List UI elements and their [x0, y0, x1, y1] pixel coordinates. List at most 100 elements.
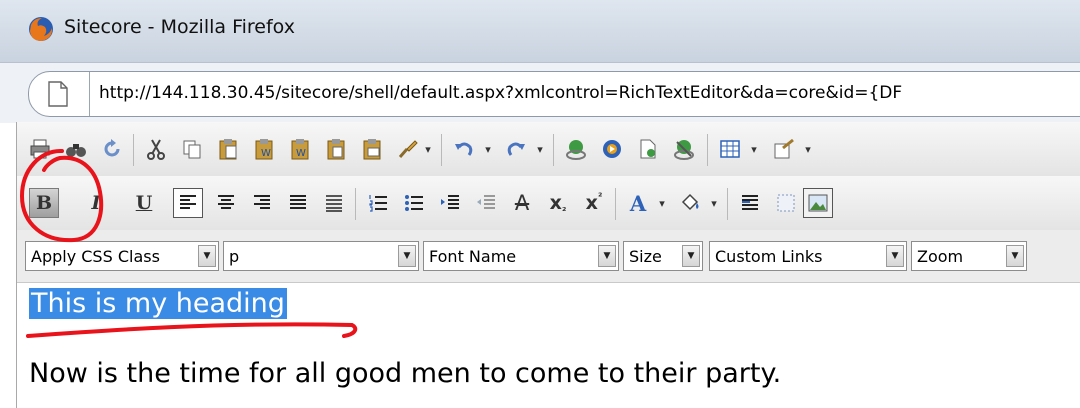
redo-icon [507, 142, 525, 156]
paragraph-style-select[interactable]: p ▼ [223, 241, 419, 271]
subscript-marker: ₂ [561, 202, 567, 214]
font-size-select[interactable]: Size ▼ [623, 241, 703, 271]
toolbar-separator [441, 134, 442, 166]
undo-history-button[interactable] [97, 134, 127, 164]
paste-word-clean-icon: W [291, 139, 309, 160]
paste-plain-button[interactable] [321, 134, 351, 164]
toolbar-separator [707, 134, 708, 166]
editor-toolbar-row-2: B I U A x ₂ x ² A ▾ ▾ [17, 176, 1080, 231]
toolbar-separator [727, 188, 728, 220]
table-icon [720, 140, 740, 158]
undo-icon [455, 142, 473, 156]
format-stripper-dropdown[interactable]: ▾ [421, 136, 435, 162]
insert-table-button[interactable] [715, 134, 745, 164]
paste-html-button[interactable] [357, 134, 387, 164]
find-button[interactable] [61, 134, 91, 164]
numbered-list-icon [369, 195, 387, 212]
remove-link-button[interactable] [669, 134, 699, 164]
numbered-list-button[interactable] [363, 188, 393, 218]
custom-links-select[interactable]: Custom Links ▼ [709, 241, 907, 271]
insert-table-dropdown[interactable]: ▾ [747, 136, 761, 162]
title-bar: Sitecore - Mozilla Firefox [0, 0, 1080, 62]
undo-button[interactable] [449, 134, 479, 164]
brush-icon [398, 140, 418, 158]
printer-icon [30, 139, 50, 159]
unlink-icon [674, 140, 694, 160]
underline-button[interactable]: U [129, 188, 159, 218]
zoom-select[interactable]: Zoom ▼ [911, 241, 1027, 271]
chevron-down-icon: ▼ [1006, 245, 1024, 267]
align-center-button[interactable] [211, 188, 241, 218]
paragraph-format-button[interactable] [735, 188, 765, 218]
paste-word-button[interactable]: W [249, 134, 279, 164]
redo-button[interactable] [501, 134, 531, 164]
url-text[interactable]: http://144.118.30.45/sitecore/shell/defa… [99, 83, 902, 103]
paint-bucket-icon [681, 193, 699, 211]
align-right-button[interactable] [247, 188, 277, 218]
superscript-button[interactable]: x² [579, 188, 609, 218]
print-button[interactable] [25, 134, 55, 164]
font-color-dropdown[interactable]: ▾ [655, 190, 669, 216]
chevron-down-icon: ▼ [398, 245, 416, 267]
address-divider [89, 72, 90, 116]
firefox-icon [29, 17, 53, 41]
media-icon [603, 140, 621, 158]
insert-document-button[interactable] [633, 134, 663, 164]
toolbar-separator [615, 188, 616, 220]
navigation-bar: http://144.118.30.45/sitecore/shell/defa… [0, 62, 1080, 123]
indent-icon [441, 195, 459, 209]
align-left-button[interactable] [173, 188, 203, 218]
paragraph-text[interactable]: Now is the time for all good men to come… [29, 358, 781, 389]
svg-text:W: W [261, 148, 271, 159]
subscript-button[interactable]: x₂ [543, 188, 573, 218]
document-icon [640, 139, 656, 159]
zoom-label: Zoom [917, 247, 964, 266]
address-bar[interactable]: http://144.118.30.45/sitecore/shell/defa… [28, 71, 1080, 117]
font-name-select[interactable]: Font Name ▼ [423, 241, 619, 271]
highlight-color-dropdown[interactable]: ▾ [707, 190, 721, 216]
paste-word-clean-button[interactable]: W [285, 134, 315, 164]
copy-icon [183, 140, 201, 159]
redo-dropdown[interactable]: ▾ [533, 136, 547, 162]
properties-button[interactable] [769, 134, 799, 164]
chevron-down-icon: ▼ [682, 245, 700, 267]
properties-icon [774, 138, 794, 159]
bulleted-list-button[interactable] [399, 188, 429, 218]
outdent-button[interactable] [471, 188, 501, 218]
insert-link-button[interactable] [561, 134, 591, 164]
format-select-row: Apply CSS Class ▼ p ▼ Font Name ▼ Size ▼… [17, 230, 1080, 283]
no-alignment-icon [326, 195, 342, 212]
cut-button[interactable] [141, 134, 171, 164]
font-size-label: Size [629, 247, 662, 266]
paste-text-icon [327, 139, 345, 160]
highlight-color-button[interactable] [675, 188, 705, 218]
font-color-button[interactable]: A [623, 188, 653, 218]
css-class-select[interactable]: Apply CSS Class ▼ [25, 241, 219, 271]
indent-button[interactable] [435, 188, 465, 218]
selected-heading-text[interactable]: This is my heading [29, 288, 287, 319]
custom-links-label: Custom Links [715, 247, 823, 266]
copy-button[interactable] [177, 134, 207, 164]
paragraph-format-icon [742, 195, 758, 210]
paste-word-icon: W [255, 139, 273, 160]
page-icon [48, 81, 68, 107]
format-stripper-button[interactable] [393, 134, 423, 164]
properties-dropdown[interactable]: ▾ [801, 136, 815, 162]
insert-media-button[interactable] [597, 134, 627, 164]
select-all-button[interactable] [771, 188, 801, 218]
undo-dropdown[interactable]: ▾ [481, 136, 495, 162]
bold-button[interactable]: B [29, 188, 59, 218]
chevron-down-icon: ▼ [198, 245, 216, 267]
remove-alignment-button[interactable] [319, 188, 349, 218]
select-all-icon [777, 194, 795, 212]
chevron-down-icon: ▼ [598, 245, 616, 267]
insert-image-button[interactable] [803, 188, 833, 218]
paste-button[interactable] [213, 134, 243, 164]
rich-text-editor: W W ▾ ▾ ▾ ▾ ▾ B I U A x ₂ x ² A ▾ ▾ Appl… [16, 122, 1080, 408]
justify-icon [290, 195, 306, 209]
align-center-icon [218, 195, 234, 209]
italic-button[interactable]: I [81, 188, 111, 218]
paste-html-icon [363, 139, 381, 160]
strikethrough-button[interactable]: A [507, 188, 537, 218]
justify-button[interactable] [283, 188, 313, 218]
